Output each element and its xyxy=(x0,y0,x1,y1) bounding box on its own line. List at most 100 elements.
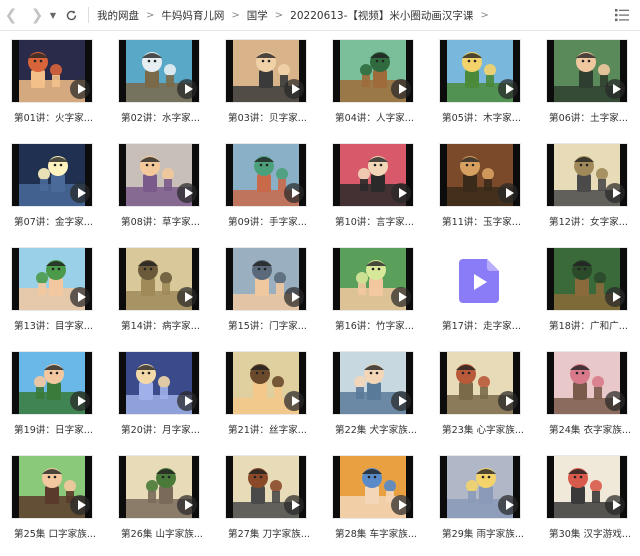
file-tile[interactable]: 第02讲：水字家... xyxy=(119,40,225,140)
play-icon[interactable] xyxy=(391,183,411,203)
dropdown-icon[interactable]: ▼ xyxy=(48,11,58,20)
play-icon[interactable] xyxy=(605,183,625,203)
breadcrumb-item[interactable]: 牛妈妈育儿网 xyxy=(161,8,224,23)
play-icon[interactable] xyxy=(284,391,304,411)
breadcrumb-item[interactable]: 20220613-【视频】米小圈动画汉字课 xyxy=(290,8,473,23)
file-tile[interactable]: 第08讲：草字家... xyxy=(119,144,225,244)
play-icon[interactable] xyxy=(70,287,90,307)
forward-icon[interactable]: ❯ xyxy=(26,0,48,30)
file-tile[interactable]: 第21讲：丝字家... xyxy=(226,352,332,452)
video-thumbnail[interactable] xyxy=(333,352,413,414)
video-thumbnail[interactable] xyxy=(333,144,413,206)
file-tile[interactable]: 第29集 雨字家族... xyxy=(440,456,546,556)
video-thumbnail[interactable] xyxy=(226,144,306,206)
file-tile[interactable]: 第07讲：金字家... xyxy=(12,144,118,244)
refresh-icon[interactable] xyxy=(60,0,82,30)
video-thumbnail[interactable] xyxy=(119,248,199,310)
video-thumbnail[interactable] xyxy=(119,40,199,102)
video-thumbnail[interactable] xyxy=(547,144,627,206)
play-icon[interactable] xyxy=(284,79,304,99)
video-thumbnail[interactable] xyxy=(440,40,520,102)
play-icon[interactable] xyxy=(605,287,625,307)
video-thumbnail[interactable] xyxy=(12,456,92,518)
play-icon[interactable] xyxy=(284,495,304,515)
play-icon[interactable] xyxy=(391,495,411,515)
file-tile[interactable]: 第22集 犬字家族... xyxy=(333,352,439,452)
play-icon[interactable] xyxy=(391,287,411,307)
file-tile[interactable]: 第17讲：走字家... xyxy=(440,248,546,348)
play-icon[interactable] xyxy=(498,79,518,99)
file-tile[interactable]: 第24集 衣字家族... xyxy=(547,352,640,452)
file-name: 第06讲：土字家... xyxy=(549,113,628,124)
breadcrumb-item[interactable]: 我的网盘 xyxy=(97,8,139,23)
video-thumbnail[interactable] xyxy=(119,144,199,206)
file-tile[interactable]: 第12讲：女字家... xyxy=(547,144,640,244)
video-thumbnail[interactable] xyxy=(12,144,92,206)
video-thumbnail[interactable] xyxy=(440,456,520,518)
file-tile[interactable]: 第26集 山字家族... xyxy=(119,456,225,556)
file-tile[interactable]: 第14讲：病字家... xyxy=(119,248,225,348)
play-icon[interactable] xyxy=(177,287,197,307)
video-thumbnail[interactable] xyxy=(547,248,627,310)
file-tile[interactable]: 第03讲：贝字家... xyxy=(226,40,332,140)
file-tile[interactable]: 第19讲：日字家... xyxy=(12,352,118,452)
video-thumbnail[interactable] xyxy=(440,144,520,206)
play-icon[interactable] xyxy=(177,79,197,99)
chevron-right-icon[interactable]: > xyxy=(480,10,488,21)
file-tile[interactable]: 第06讲：土字家... xyxy=(547,40,640,140)
play-icon[interactable] xyxy=(498,183,518,203)
list-view-icon[interactable] xyxy=(614,7,630,23)
play-icon[interactable] xyxy=(605,495,625,515)
file-tile[interactable]: 第16讲：竹字家... xyxy=(333,248,439,348)
play-icon[interactable] xyxy=(177,391,197,411)
file-tile[interactable]: 第04讲：人字家... xyxy=(333,40,439,140)
play-icon[interactable] xyxy=(70,79,90,99)
video-file-icon[interactable] xyxy=(459,259,499,303)
file-tile[interactable]: 第20讲：月字家... xyxy=(119,352,225,452)
video-thumbnail[interactable] xyxy=(119,352,199,414)
video-thumbnail[interactable] xyxy=(12,352,92,414)
play-icon[interactable] xyxy=(177,495,197,515)
file-tile[interactable]: 第25集 口字家族... xyxy=(12,456,118,556)
play-icon[interactable] xyxy=(284,183,304,203)
file-tile[interactable]: 第11讲：玉字家... xyxy=(440,144,546,244)
play-icon[interactable] xyxy=(498,391,518,411)
video-thumbnail[interactable] xyxy=(440,352,520,414)
file-tile[interactable]: 第10讲：言字家... xyxy=(333,144,439,244)
play-icon[interactable] xyxy=(177,183,197,203)
play-icon[interactable] xyxy=(70,183,90,203)
file-tile[interactable]: 第05讲：木字家... xyxy=(440,40,546,140)
video-thumbnail[interactable] xyxy=(547,352,627,414)
back-icon[interactable]: ❮ xyxy=(0,0,22,30)
video-thumbnail[interactable] xyxy=(12,40,92,102)
video-thumbnail[interactable] xyxy=(226,248,306,310)
file-tile[interactable]: 第28集 车字家族... xyxy=(333,456,439,556)
play-icon[interactable] xyxy=(70,391,90,411)
video-thumbnail[interactable] xyxy=(12,248,92,310)
file-tile[interactable]: 第27集 刀字家族... xyxy=(226,456,332,556)
file-tile[interactable]: 第23集 心字家族... xyxy=(440,352,546,452)
video-thumbnail[interactable] xyxy=(226,352,306,414)
video-thumbnail[interactable] xyxy=(547,40,627,102)
play-icon[interactable] xyxy=(605,79,625,99)
video-thumbnail[interactable] xyxy=(226,456,306,518)
video-thumbnail[interactable] xyxy=(333,248,413,310)
file-tile[interactable]: 第09讲：手字家... xyxy=(226,144,332,244)
video-thumbnail[interactable] xyxy=(333,456,413,518)
file-tile[interactable]: 第01讲：火字家... xyxy=(12,40,118,140)
play-icon[interactable] xyxy=(391,79,411,99)
play-icon[interactable] xyxy=(284,287,304,307)
video-thumbnail[interactable] xyxy=(333,40,413,102)
play-icon[interactable] xyxy=(391,391,411,411)
breadcrumb-item[interactable]: 国学 xyxy=(247,8,268,23)
video-thumbnail[interactable] xyxy=(547,456,627,518)
video-thumbnail[interactable] xyxy=(226,40,306,102)
file-tile[interactable]: 第13讲：目字家... xyxy=(12,248,118,348)
file-tile[interactable]: 第30集 汉字游戏... xyxy=(547,456,640,556)
play-icon[interactable] xyxy=(498,495,518,515)
file-tile[interactable]: 第15讲：门字家... xyxy=(226,248,332,348)
file-tile[interactable]: 第18讲：广和广... xyxy=(547,248,640,348)
play-icon[interactable] xyxy=(70,495,90,515)
video-thumbnail[interactable] xyxy=(119,456,199,518)
play-icon[interactable] xyxy=(605,391,625,411)
